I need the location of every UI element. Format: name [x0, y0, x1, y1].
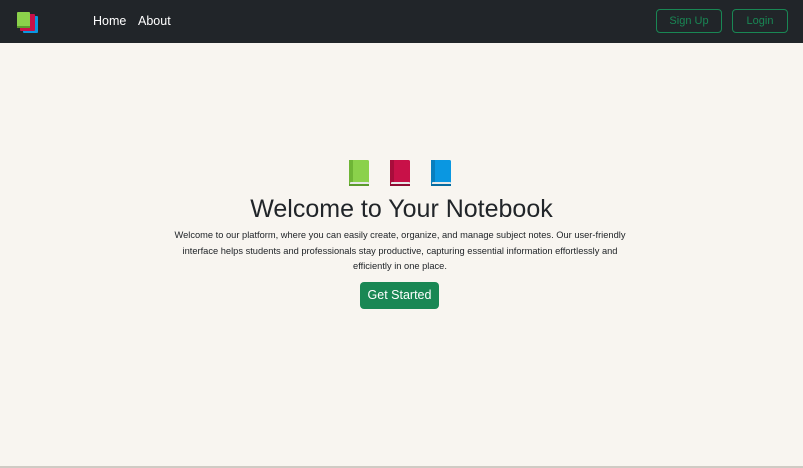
nav-about-link[interactable]: About	[138, 14, 171, 28]
books-logo-icon[interactable]	[16, 11, 42, 35]
hero-description: Welcome to our platform, where you can e…	[174, 230, 626, 271]
blue-book-icon	[431, 160, 451, 186]
hero-section: Welcome to Your Notebook Welcome to our …	[0, 43, 803, 466]
login-button[interactable]: Login	[732, 9, 788, 33]
navbar: Home About Sign Up Login	[0, 0, 803, 43]
get-started-button[interactable]: Get Started	[360, 282, 439, 309]
red-book-icon	[390, 160, 410, 186]
green-book-icon	[349, 160, 369, 186]
sign-up-button[interactable]: Sign Up	[656, 9, 722, 33]
nav-home-link[interactable]: Home	[93, 14, 126, 28]
page-title: Welcome to Your Notebook	[250, 195, 553, 223]
